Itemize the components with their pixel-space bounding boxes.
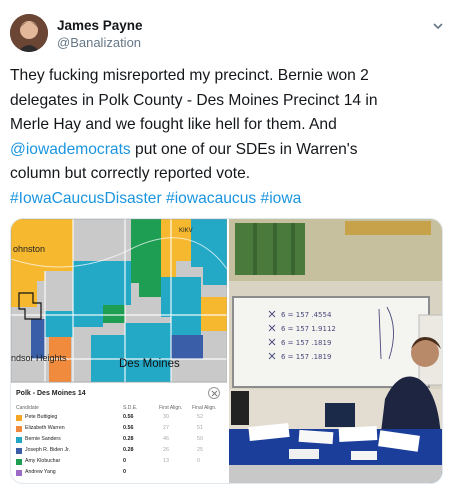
results-row: Bernie Sanders 0.28 46 50 xyxy=(16,436,222,445)
tweet-line: delegates in Polk County - Des Moines Pr… xyxy=(10,89,450,114)
first-align-value: 46 xyxy=(163,436,169,442)
candidate-color-swatch xyxy=(16,459,22,465)
tweet-header: James Payne @Banalization xyxy=(10,14,449,54)
tweet-text-segment: column but correctly reported vote. xyxy=(10,165,251,182)
final-align-value: 50 xyxy=(197,436,203,442)
sde-value: 0.28 xyxy=(123,447,134,453)
sde-value: 0 xyxy=(123,469,126,475)
svg-text:6 = 157 .4554: 6 = 157 .4554 xyxy=(281,311,332,319)
candidate-name: Bernie Sanders xyxy=(25,436,61,442)
tweet-line: They fucking misreported my precinct. Be… xyxy=(10,64,450,89)
candidate-name: Amy Klobuchar xyxy=(25,458,61,464)
candidate-name: Andrew Yang xyxy=(25,469,56,475)
tweet-media[interactable]: ohnston ndsor Heights Des Moines KIKV Po… xyxy=(10,218,443,484)
svg-text:6 = 157 .1819: 6 = 157 .1819 xyxy=(281,339,331,347)
tweet-line: Merle Hay and we fought like hell for th… xyxy=(10,113,450,138)
map-label-des-moines: Des Moines xyxy=(119,358,180,370)
mention-link[interactable]: @iowademocrats xyxy=(10,141,131,158)
candidate-name: Elizabeth Warren xyxy=(25,425,65,431)
candidate-color-swatch xyxy=(16,415,22,421)
caucus-photo[interactable]: 6 = 157 .4554 6 = 157 1.9112 6 = 157 .18… xyxy=(229,219,442,483)
final-align-value: 0 xyxy=(197,458,200,464)
candidate-name: Joseph R. Biden Jr. xyxy=(25,447,70,453)
header-final-align: Final Align. xyxy=(192,405,217,411)
candidate-color-swatch xyxy=(16,470,22,476)
tweet-text: They fucking misreported my precinct. Be… xyxy=(10,64,450,211)
candidate-name: Pete Buttigieg xyxy=(25,414,58,420)
final-align-value: 51 xyxy=(197,425,203,431)
results-row: Andrew Yang 0 xyxy=(16,469,222,478)
tweet-text-segment: put one of our SDEs in Warren's xyxy=(130,140,358,158)
candidate-color-swatch xyxy=(16,426,22,432)
first-align-value: 26 xyxy=(163,447,169,453)
first-align-value: 30 xyxy=(163,414,169,420)
svg-text:6 = 157 .1819: 6 = 157 .1819 xyxy=(281,353,331,361)
results-row: Pete Buttigieg 0.56 30 52 xyxy=(16,414,222,423)
header-candidate: Candidate xyxy=(16,405,39,411)
precinct-map-image[interactable]: ohnston ndsor Heights Des Moines KIKV Po… xyxy=(11,219,227,483)
map-label-windsor-heights: ndsor Heights xyxy=(11,353,67,363)
candidate-color-swatch xyxy=(16,448,22,454)
card-title: Polk - Des Moines 14 xyxy=(16,390,86,397)
close-icon[interactable] xyxy=(208,387,220,399)
sde-value: 0.56 xyxy=(123,425,134,431)
tweet-text-segment: delegates in Polk County - Des Moines Pr… xyxy=(10,91,378,109)
sde-value: 0 xyxy=(123,458,126,464)
map-label-johnston: ohnston xyxy=(13,244,46,254)
hashtag-link[interactable]: #IowaCaucusDisaster xyxy=(10,190,162,207)
user-handle[interactable]: @Banalization xyxy=(57,34,143,51)
results-row: Amy Klobuchar 0 13 0 xyxy=(16,458,222,467)
final-align-value: 52 xyxy=(197,414,203,420)
hashtag-link[interactable]: #iowa xyxy=(261,190,302,207)
header-sde: S.D.E. xyxy=(123,405,138,411)
tweet-text-segment: Merle Hay and we fought like hell for th… xyxy=(10,116,337,133)
display-name[interactable]: James Payne xyxy=(57,17,143,34)
candidate-color-swatch xyxy=(16,437,22,443)
first-align-value: 27 xyxy=(163,425,169,431)
tweet-line: #IowaCaucusDisaster #iowacaucus #iowa xyxy=(10,187,450,212)
hashtag-link[interactable]: #iowacaucus xyxy=(166,190,256,207)
results-row: Joseph R. Biden Jr. 0.28 26 25 xyxy=(16,447,222,456)
sde-value: 0.56 xyxy=(123,414,134,420)
first-align-value: 13 xyxy=(163,458,169,464)
caucus-room-photo: 6 = 157 .4554 6 = 157 1.9112 6 = 157 .18… xyxy=(229,219,442,483)
tweet-line: column but correctly reported vote. xyxy=(10,162,450,187)
sde-value: 0.28 xyxy=(123,436,134,442)
chevron-down-icon[interactable] xyxy=(431,19,445,33)
tweet-text-segment: They fucking misreported my precinct. Be… xyxy=(10,67,369,84)
map-label-road: KIKV xyxy=(179,228,193,234)
results-row: Elizabeth Warren 0.56 27 51 xyxy=(16,425,222,434)
header-first-align: First Align. xyxy=(159,405,183,411)
avatar[interactable] xyxy=(10,14,48,52)
final-align-value: 25 xyxy=(197,447,203,453)
precinct-results-card: Polk - Des Moines 14 Candidate S.D.E. Fi… xyxy=(11,382,227,483)
svg-text:6 = 157 1.9112: 6 = 157 1.9112 xyxy=(281,325,336,333)
tweet-line: @iowademocrats put one of our SDEs in Wa… xyxy=(10,138,450,163)
